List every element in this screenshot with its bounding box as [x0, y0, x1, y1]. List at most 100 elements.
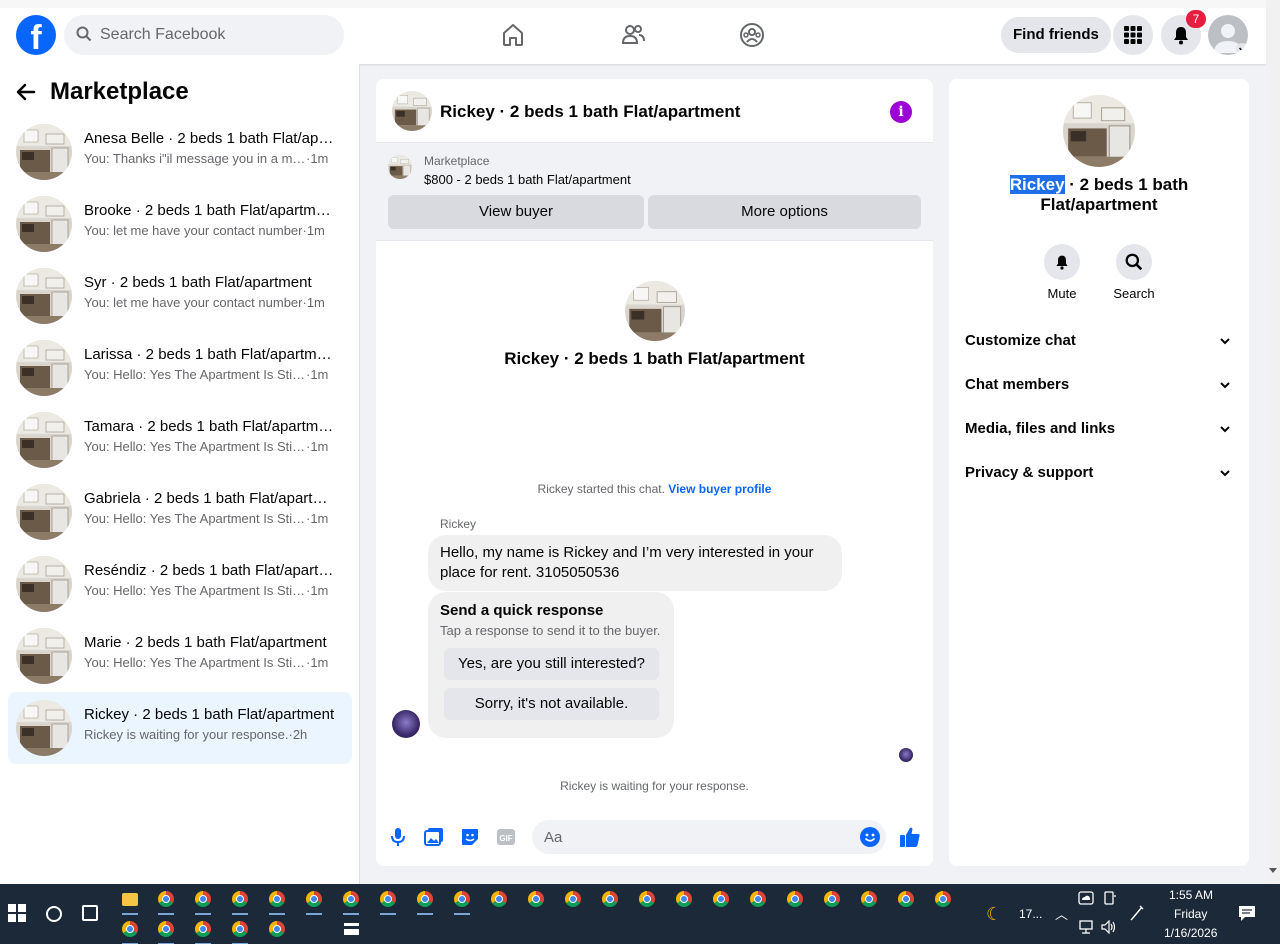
notification-center-icon[interactable]: [1238, 904, 1256, 922]
conversation-item[interactable]: Anesa Belle · 2 beds 1 bath Flat/apartme…: [8, 116, 352, 188]
more-options-button[interactable]: More options: [648, 195, 921, 229]
task-view-icon[interactable]: [82, 905, 98, 921]
view-buyer-profile-link[interactable]: View buyer profile: [668, 482, 771, 496]
chrome-icon[interactable]: [154, 886, 178, 915]
top-navigation-bar: f Find friends 7: [0, 0, 1266, 64]
sender-avatar[interactable]: [392, 710, 420, 738]
conversation-item[interactable]: Marie · 2 beds 1 bath Flat/apartment You:…: [8, 620, 352, 692]
taskbar-search-icon[interactable]: [46, 906, 62, 922]
conversation-item[interactable]: Reséndiz · 2 beds 1 bath Flat/apartment Y…: [8, 548, 352, 620]
clock-day[interactable]: Friday: [1174, 907, 1207, 921]
info-icon[interactable]: i: [890, 101, 912, 123]
chrome-icon[interactable]: [265, 886, 289, 915]
friends-icon[interactable]: [616, 18, 650, 52]
chrome-icon[interactable]: [191, 916, 215, 944]
section-label: Chat members: [965, 376, 1070, 393]
emoji-icon[interactable]: [860, 827, 880, 847]
tray-device-icon[interactable]: [1103, 891, 1117, 905]
conversation-item[interactable]: Gabriela · 2 beds 1 bath Flat/apartment Y…: [8, 476, 352, 548]
pen-icon[interactable]: [1129, 904, 1145, 922]
microphone-icon[interactable]: [387, 826, 409, 848]
chat-title[interactable]: Rickey · 2 beds 1 bath Flat/apartment: [440, 102, 740, 122]
customize-chat-section[interactable]: Customize chat: [957, 319, 1241, 363]
chrome-icon[interactable]: [709, 886, 733, 912]
conversation-item[interactable]: Larissa · 2 beds 1 bath Flat/apartment Yo…: [8, 332, 352, 404]
conversation-item[interactable]: Rickey · 2 beds 1 bath Flat/apartment Ric…: [8, 692, 352, 764]
chrome-icon[interactable]: [487, 886, 511, 912]
chrome-icon[interactable]: [339, 886, 363, 915]
windows-start-icon[interactable]: [8, 904, 26, 922]
network-icon[interactable]: [1078, 920, 1094, 934]
conversation-item[interactable]: Brooke · 2 beds 1 bath Flat/apartment You…: [8, 188, 352, 260]
chrome-icon[interactable]: [931, 886, 955, 912]
conversation-item[interactable]: Tamara · 2 beds 1 bath Flat/apartment You…: [8, 404, 352, 476]
chrome-icon[interactable]: [820, 886, 844, 912]
chrome-icon[interactable]: [561, 886, 585, 912]
conversation-time: ·2h: [288, 727, 308, 742]
listing-thumbnail[interactable]: [388, 155, 412, 179]
video-editor-icon[interactable]: [339, 916, 363, 942]
chrome-logo: [158, 921, 174, 937]
running-indicator: [343, 913, 359, 915]
page-scrollbar[interactable]: [1266, 0, 1280, 884]
menu-grid-button[interactable]: [1113, 15, 1153, 55]
home-icon[interactable]: [496, 18, 530, 52]
photo-icon[interactable]: [423, 826, 445, 848]
chrome-icon[interactable]: [228, 886, 252, 915]
chrome-icon[interactable]: [265, 916, 289, 942]
find-friends-button[interactable]: Find friends: [1001, 17, 1111, 53]
chrome-icon[interactable]: [118, 916, 142, 944]
chrome-icon[interactable]: [598, 886, 622, 912]
privacy-support-section[interactable]: Privacy & support: [957, 451, 1241, 495]
search-label: Search: [1113, 286, 1155, 301]
chrome-icon[interactable]: [857, 886, 881, 912]
chrome-logo: [269, 891, 285, 907]
details-avatar[interactable]: [1063, 95, 1135, 167]
facebook-logo-icon[interactable]: f: [16, 15, 56, 55]
weather-moon-icon[interactable]: ☾: [986, 904, 1002, 925]
clock-time[interactable]: 1:55 AM: [1169, 888, 1213, 902]
listing-title[interactable]: $800 - 2 beds 1 bath Flat/apartment: [424, 172, 631, 187]
chrome-icon[interactable]: [154, 916, 178, 944]
chrome-icon[interactable]: [376, 886, 400, 915]
chrome-icon[interactable]: [524, 886, 548, 912]
message-input-box[interactable]: [532, 820, 886, 854]
onedrive-icon[interactable]: [1078, 890, 1094, 906]
message-input[interactable]: [544, 820, 844, 854]
chat-header-avatar[interactable]: [392, 91, 432, 131]
search-in-chat-button[interactable]: Search: [1106, 244, 1162, 301]
clock-date[interactable]: 1/16/2026: [1164, 926, 1217, 940]
chrome-icon[interactable]: [746, 886, 770, 912]
media-files-links-section[interactable]: Media, files and links: [957, 407, 1241, 451]
groups-icon[interactable]: [735, 18, 769, 52]
chat-started-notice: Rickey started this chat. View buyer pro…: [376, 482, 933, 496]
chrome-icon[interactable]: [783, 886, 807, 912]
search-input[interactable]: [100, 15, 330, 55]
quick-response-still-interested-button[interactable]: Yes, are you still interested?: [444, 648, 659, 680]
tray-chevron-up-icon[interactable]: ︿: [1055, 904, 1068, 923]
gif-icon[interactable]: GIF: [495, 826, 517, 848]
chrome-icon[interactable]: [450, 886, 474, 915]
mute-button[interactable]: Mute: [1034, 244, 1090, 301]
sticker-icon[interactable]: [459, 826, 481, 848]
weather-text[interactable]: 17...: [1019, 907, 1042, 921]
scroll-down-arrow-icon[interactable]: [1269, 868, 1277, 873]
file-explorer-icon[interactable]: [118, 886, 142, 915]
chrome-icon[interactable]: [894, 886, 918, 912]
chrome-icon[interactable]: [191, 886, 215, 915]
chrome-logo: [269, 921, 285, 937]
like-thumbs-up-icon[interactable]: [899, 826, 921, 848]
view-buyer-button[interactable]: View buyer: [388, 195, 644, 229]
chrome-icon[interactable]: [635, 886, 659, 912]
profile-avatar[interactable]: [1208, 15, 1248, 55]
chrome-icon[interactable]: [228, 916, 252, 944]
volume-icon[interactable]: [1101, 920, 1117, 934]
chrome-icon[interactable]: [672, 886, 696, 912]
chrome-icon[interactable]: [302, 886, 326, 915]
chrome-icon[interactable]: [413, 886, 437, 915]
search-box[interactable]: [64, 15, 344, 55]
quick-response-not-available-button[interactable]: Sorry, it's not available.: [444, 688, 659, 720]
chat-members-section[interactable]: Chat members: [957, 363, 1241, 407]
conversation-item[interactable]: Syr · 2 beds 1 bath Flat/apartment You: l…: [8, 260, 352, 332]
back-arrow-icon[interactable]: [16, 82, 36, 102]
